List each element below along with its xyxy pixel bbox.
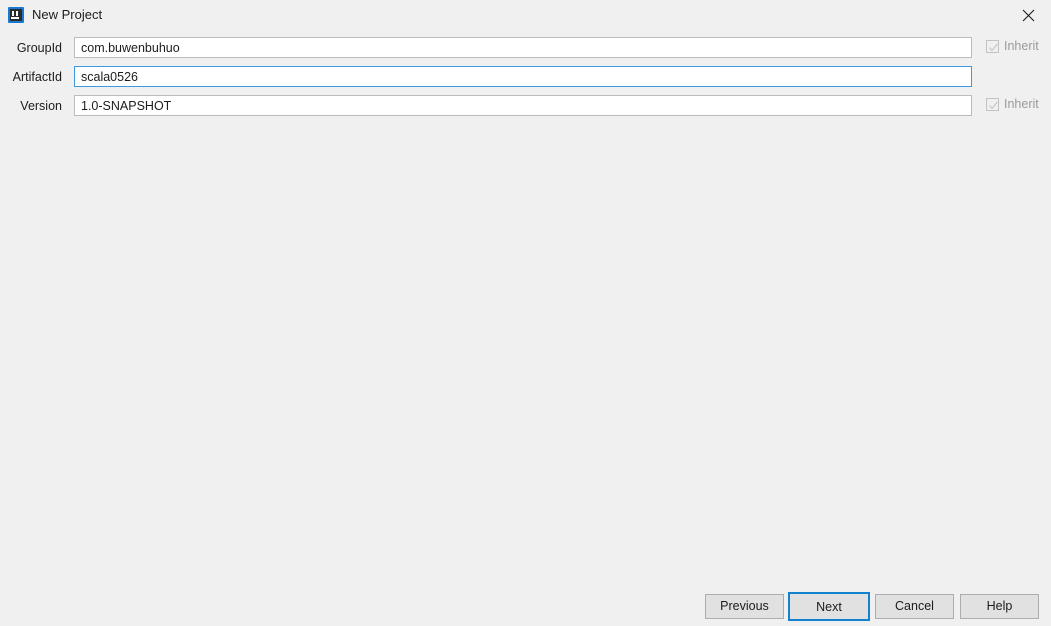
cancel-button[interactable]: Cancel xyxy=(875,594,954,619)
close-icon xyxy=(1022,9,1034,21)
check-icon xyxy=(989,43,999,52)
icon-letter-i xyxy=(12,11,14,16)
version-input[interactable] xyxy=(74,95,972,116)
artifactid-input[interactable] xyxy=(74,66,972,87)
version-label: Version xyxy=(20,99,62,113)
version-inherit-checkbox[interactable]: Inherit xyxy=(986,97,1039,112)
close-button[interactable] xyxy=(1005,0,1051,30)
groupid-label: GroupId xyxy=(16,41,62,55)
version-inherit-label: Inherit xyxy=(1004,97,1039,111)
checkbox-box xyxy=(986,98,999,111)
window-title: New Project xyxy=(32,7,103,22)
checkbox-box xyxy=(986,40,999,53)
form-row-version: Version Inherit xyxy=(0,95,1051,124)
dialog-footer: Previous Next Cancel Help xyxy=(0,592,1051,626)
form-row-artifactid: ArtifactId xyxy=(0,66,1051,95)
groupid-input[interactable] xyxy=(74,37,972,58)
next-button[interactable]: Next xyxy=(788,592,870,621)
help-button[interactable]: Help xyxy=(960,594,1039,619)
form-row-groupid: GroupId Inherit xyxy=(0,37,1051,66)
intellij-idea-icon xyxy=(8,7,24,23)
title-bar: New Project xyxy=(0,0,1051,30)
artifactid-label: ArtifactId xyxy=(12,70,62,84)
groupid-inherit-label: Inherit xyxy=(1004,39,1039,53)
project-coordinates-form: GroupId Inherit ArtifactId Version Inher… xyxy=(0,37,1051,124)
groupid-inherit-checkbox[interactable]: Inherit xyxy=(986,39,1039,54)
next-button-label: Next xyxy=(790,594,868,619)
icon-letter-j xyxy=(16,11,18,16)
previous-button[interactable]: Previous xyxy=(705,594,784,619)
check-icon xyxy=(989,101,999,110)
icon-underline xyxy=(11,17,19,19)
